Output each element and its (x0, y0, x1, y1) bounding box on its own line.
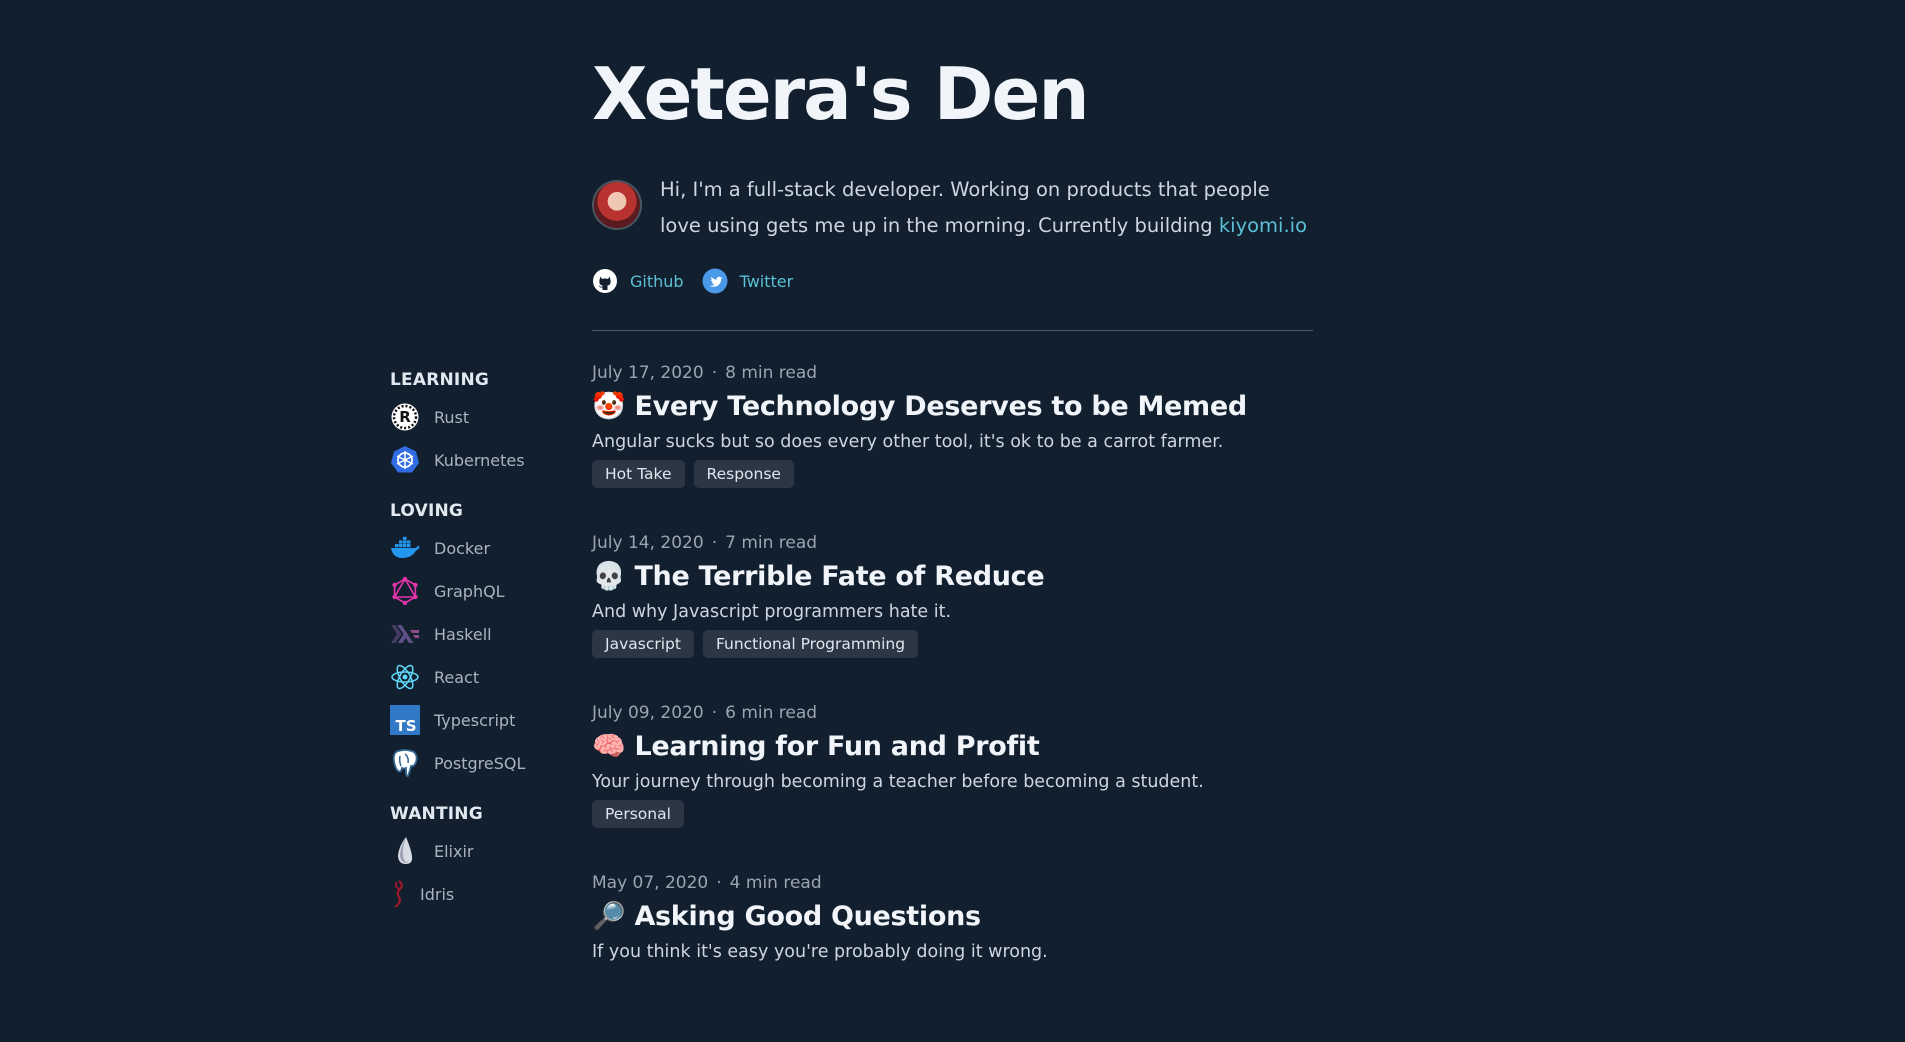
post-emoji: 💀 (592, 561, 626, 592)
post-date: July 09, 2020 (592, 703, 704, 723)
tech-sidebar: LEARNING R Rust Kubernetes LOVING Docker (390, 370, 560, 935)
rust-icon: R (390, 402, 420, 432)
sidebar-item-label: Rust (434, 407, 470, 427)
sidebar-group-learning: LEARNING R Rust Kubernetes (390, 370, 560, 475)
twitter-link[interactable]: Twitter (702, 268, 794, 294)
sidebar-item-docker[interactable]: Docker (390, 533, 560, 563)
post-date: July 14, 2020 (592, 533, 704, 553)
sidebar-item-haskell[interactable]: Haskell (390, 619, 560, 649)
post-title[interactable]: 🔎 Asking Good Questions (592, 900, 1312, 934)
sidebar-item-idris[interactable]: Idris (390, 879, 560, 909)
post-meta: July 17, 2020 · 8 min read (592, 362, 1312, 384)
post-read-time: 4 min read (729, 873, 822, 893)
post-description: If you think it's easy you're probably d… (592, 942, 1048, 962)
meta-separator: · (711, 363, 718, 383)
react-icon (390, 662, 420, 692)
post-list: July 17, 2020 · 8 min read 🤡 Every Technol… (592, 362, 1312, 1042)
idris-icon (390, 879, 406, 909)
graphql-icon (390, 576, 420, 606)
twitter-icon (702, 268, 728, 294)
sidebar-heading-loving: LOVING (390, 501, 464, 521)
sidebar-group-loving: LOVING Docker GraphQL Haskell React TS T… (390, 501, 560, 778)
post-tags: Hot Take Response (592, 460, 1312, 488)
tag-functional-programming[interactable]: Functional Programming (702, 630, 919, 658)
sidebar-group-wanting: WANTING Elixir Idris (390, 804, 560, 909)
svg-text:R: R (399, 408, 411, 426)
meta-separator: · (711, 533, 718, 553)
post-description: Angular sucks but so does every other to… (592, 432, 1224, 452)
sidebar-item-react[interactable]: React (390, 662, 560, 692)
site-title[interactable]: Xetera's Den (592, 58, 1090, 130)
post-title[interactable]: 🤡 Every Technology Deserves to be Memed (592, 390, 1312, 424)
haskell-icon (390, 619, 420, 649)
sidebar-item-label: Idris (420, 884, 455, 904)
sidebar-item-graphql[interactable]: GraphQL (390, 576, 560, 606)
sidebar-item-label: Kubernetes (434, 450, 525, 470)
post-read-time: 8 min read (725, 363, 818, 383)
post-emoji: 🤡 (592, 391, 626, 422)
meta-separator: · (716, 873, 722, 893)
sidebar-heading-learning: LEARNING (390, 370, 490, 390)
post-tags: Personal (592, 800, 1312, 828)
post-meta: July 14, 2020 · 7 min read (592, 532, 1312, 554)
docker-icon (390, 533, 420, 563)
post-item: July 14, 2020 · 7 min read 💀 The Terrible … (592, 532, 1312, 702)
tag-javascript[interactable]: Javascript (592, 630, 694, 658)
post-title-text: The Terrible Fate of Reduce (634, 561, 1045, 592)
sidebar-item-kubernetes[interactable]: Kubernetes (390, 445, 560, 475)
tag-response[interactable]: Response (693, 460, 794, 488)
post-date: May 07, 2020 (592, 873, 709, 893)
bio: Hi, I'm a full-stack developer. Working … (592, 172, 1312, 244)
sidebar-item-label: Haskell (434, 624, 492, 644)
tag-hot-take[interactable]: Hot Take (592, 460, 685, 488)
kiyomi-link[interactable]: kiyomi.io (1219, 214, 1307, 237)
post-emoji: 🔎 (592, 901, 626, 932)
social-links: Github Twitter (592, 268, 811, 294)
github-label: Github (630, 271, 684, 291)
post-item: July 17, 2020 · 8 min read 🤡 Every Technol… (592, 362, 1312, 532)
post-title-text: Every Technology Deserves to be Memed (634, 391, 1247, 422)
post-title-text: Asking Good Questions (634, 901, 981, 932)
sidebar-item-rust[interactable]: R Rust (390, 402, 560, 432)
post-title[interactable]: 💀 The Terrible Fate of Reduce (592, 560, 1312, 594)
sidebar-item-label: Typescript (434, 710, 516, 730)
postgresql-icon (390, 748, 420, 778)
sidebar-item-label: Docker (434, 538, 491, 558)
sidebar-item-label: Elixir (434, 841, 474, 861)
post-item: May 07, 2020 · 4 min read 🔎 Asking Good Qu… (592, 872, 1312, 1042)
post-title[interactable]: 🧠 Learning for Fun and Profit (592, 730, 1312, 764)
tag-personal[interactable]: Personal (592, 800, 684, 828)
post-description: And why Javascript programmers hate it. (592, 602, 952, 622)
elixir-icon (390, 836, 420, 866)
post-meta: July 09, 2020 · 6 min read (592, 702, 1312, 724)
bio-text: Hi, I'm a full-stack developer. Working … (660, 172, 1312, 244)
post-title-text: Learning for Fun and Profit (634, 731, 1040, 762)
post-emoji: 🧠 (592, 731, 626, 762)
avatar (592, 180, 642, 230)
post-read-time: 7 min read (725, 533, 818, 553)
sidebar-item-label: PostgreSQL (434, 753, 526, 773)
bio-text-body: Hi, I'm a full-stack developer. Working … (660, 178, 1270, 237)
typescript-icon: TS (390, 705, 420, 735)
twitter-label: Twitter (739, 271, 794, 291)
sidebar-heading-wanting: WANTING (390, 804, 483, 824)
github-link[interactable]: Github (592, 268, 684, 294)
post-description: Your journey through becoming a teacher … (592, 772, 1204, 792)
post-date: July 17, 2020 (592, 363, 704, 383)
sidebar-item-label: GraphQL (434, 581, 505, 601)
post-read-time: 6 min read (725, 703, 818, 723)
post-meta: May 07, 2020 · 4 min read (592, 872, 1312, 894)
svg-text:TS: TS (395, 717, 416, 735)
meta-separator: · (711, 703, 718, 723)
kubernetes-icon (390, 445, 420, 475)
header-divider (592, 330, 1313, 331)
sidebar-item-elixir[interactable]: Elixir (390, 836, 560, 866)
post-item: July 09, 2020 · 6 min read 🧠 Learning for … (592, 702, 1312, 872)
sidebar-item-label: React (434, 667, 480, 687)
post-tags: Javascript Functional Programming (592, 630, 1312, 658)
github-icon (592, 268, 618, 294)
sidebar-item-postgresql[interactable]: PostgreSQL (390, 748, 560, 778)
sidebar-item-typescript[interactable]: TS Typescript (390, 705, 560, 735)
